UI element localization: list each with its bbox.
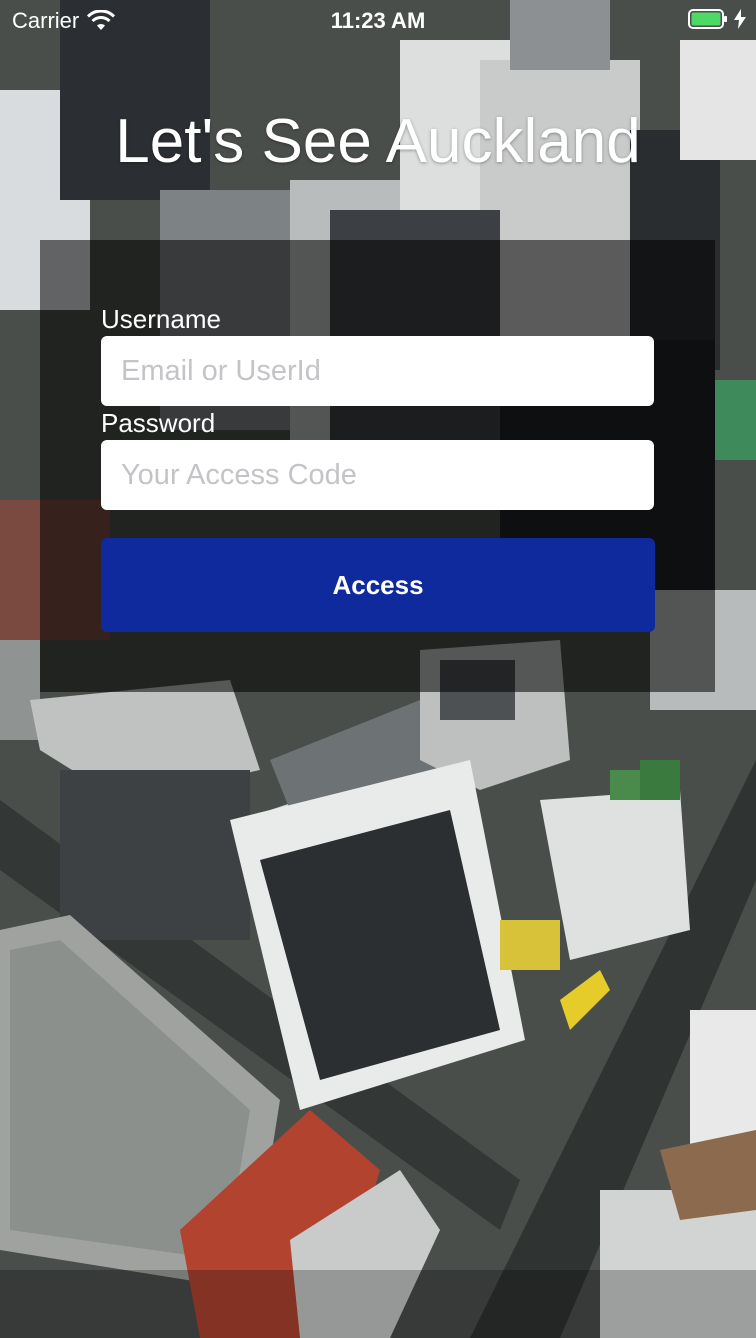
password-input[interactable]	[101, 440, 654, 510]
password-label: Password	[101, 408, 216, 438]
username-label: Username	[101, 304, 221, 334]
username-input[interactable]	[101, 336, 654, 406]
login-panel: Username Password Access	[40, 240, 715, 692]
charging-bolt-icon	[734, 9, 746, 29]
status-bar: Carrier 11:23 AM	[0, 0, 756, 40]
status-time: 11:23 AM	[330, 8, 426, 33]
battery-icon	[688, 9, 727, 29]
app-title: Let's See Auckland	[115, 107, 641, 176]
access-button[interactable]: Access	[101, 538, 655, 632]
login-screen: Carrier 11:23 AM Let's See Auckland User…	[0, 0, 756, 1338]
battery-indicator	[688, 9, 746, 29]
